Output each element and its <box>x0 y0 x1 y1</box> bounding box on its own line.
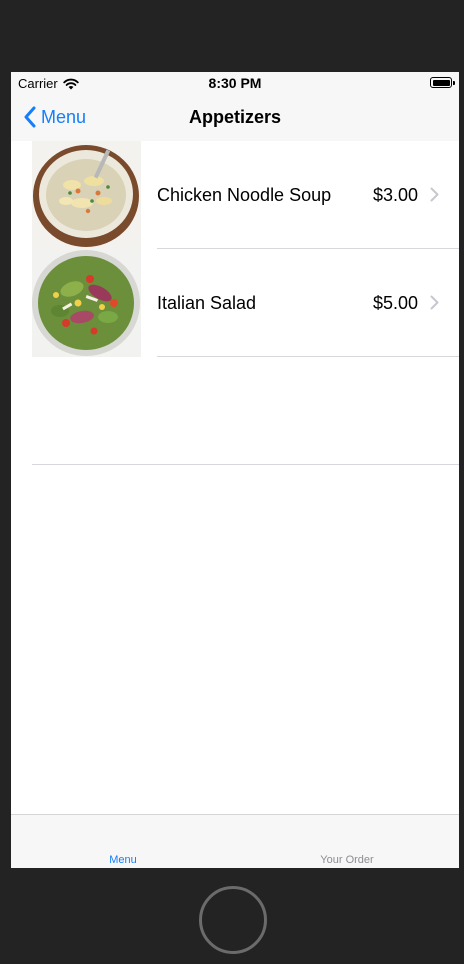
tab-bar: Menu Your Order <box>11 814 459 868</box>
salad-photo-icon <box>32 249 141 357</box>
table-row[interactable]: Chicken Noodle Soup $3.00 <box>11 141 459 249</box>
navigation-bar: Menu Appetizers <box>11 94 459 141</box>
chevron-right-icon <box>430 295 439 310</box>
device-frame: Carrier 8:30 PM Menu Appetizers Chicken … <box>0 0 464 964</box>
page-title: Appetizers <box>188 107 282 127</box>
status-time: 8:30 PM <box>208 75 262 91</box>
table-row[interactable]: Italian Salad $5.00 <box>11 249 459 357</box>
tab-menu[interactable]: Menu <box>11 854 235 866</box>
empty-row <box>11 357 459 465</box>
soup-photo-icon <box>32 141 141 249</box>
battery-icon <box>430 77 455 88</box>
tab-your-order[interactable]: Your Order <box>235 854 459 866</box>
chevron-right-icon <box>430 187 439 202</box>
app-screen: Carrier 8:30 PM Menu Appetizers Chicken … <box>11 72 459 868</box>
row-separator <box>32 464 459 465</box>
appetizers-table: Chicken Noodle Soup $3.00 Italian Salad … <box>11 141 459 465</box>
item-name: Chicken Noodle Soup <box>157 185 332 205</box>
item-name: Italian Salad <box>157 293 257 313</box>
status-bar: Carrier 8:30 PM <box>11 72 459 94</box>
item-price: $5.00 <box>372 293 418 313</box>
item-price: $3.00 <box>372 185 418 205</box>
home-button[interactable] <box>199 886 267 954</box>
